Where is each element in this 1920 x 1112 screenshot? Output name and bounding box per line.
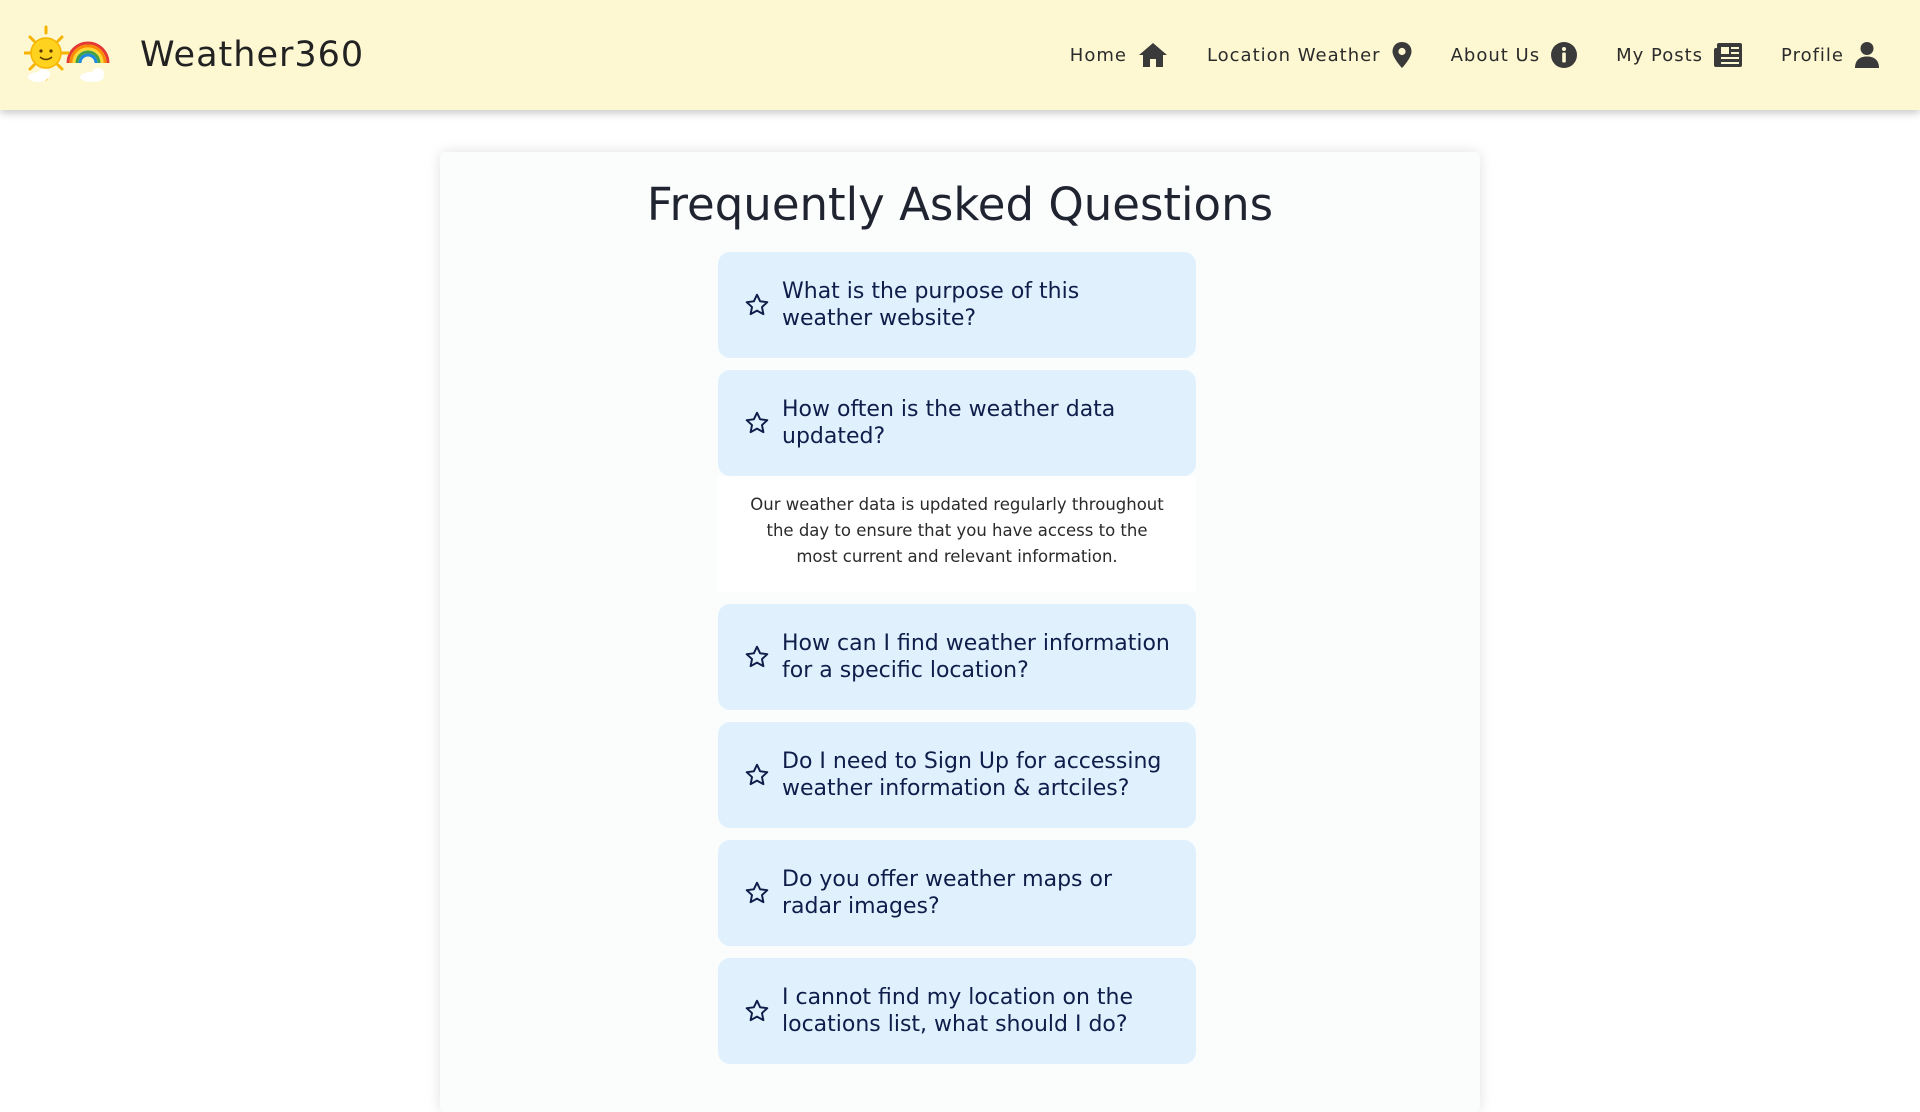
star-outline-icon	[745, 999, 769, 1022]
faq-question[interactable]: How often is the weather data updated?	[718, 370, 1196, 476]
faq-question-text: Do I need to Sign Up for accessing weath…	[782, 749, 1162, 801]
home-icon	[1138, 43, 1167, 67]
faq-title: Frequently Asked Questions	[646, 178, 1274, 231]
faq-question-text: I cannot find my location on the locatio…	[782, 985, 1134, 1037]
nav-my-posts[interactable]: My Posts	[1616, 42, 1743, 68]
star-outline-icon	[745, 293, 769, 316]
star-outline-icon	[745, 763, 769, 786]
faq-question[interactable]: Do you offer weather maps or radar image…	[718, 840, 1196, 946]
faq-question[interactable]: How can I find weather information for a…	[718, 604, 1196, 710]
user-icon	[1855, 42, 1879, 68]
faq-question-text: Do you offer weather maps or radar image…	[782, 867, 1112, 919]
nav-home[interactable]: Home	[1070, 41, 1169, 69]
navbar: Weather360 Home Location Weather About U…	[0, 0, 1920, 110]
brand[interactable]: Weather360	[22, 16, 364, 94]
info-icon	[1551, 42, 1578, 68]
star-outline-icon	[745, 645, 769, 668]
faq-card: Frequently Asked Questions What is the p…	[440, 152, 1480, 1112]
nav-profile-label: Profile	[1781, 44, 1844, 66]
faq-question-text: What is the purpose of this weather webs…	[782, 279, 1080, 331]
newspaper-icon	[1714, 43, 1743, 67]
brand-name[interactable]: Weather360	[140, 35, 364, 75]
faq-question-text: How often is the weather data updated?	[782, 397, 1116, 449]
star-outline-icon	[745, 881, 769, 904]
faq-question[interactable]: What is the purpose of this weather webs…	[718, 252, 1196, 358]
map-pin-icon	[1392, 42, 1412, 68]
faq-question[interactable]: I cannot find my location on the locatio…	[718, 958, 1196, 1064]
nav-home-label: Home	[1069, 44, 1127, 66]
star-outline-icon	[745, 411, 769, 434]
main-nav: Home Location Weather About Us My Posts	[1032, 0, 1880, 110]
nav-location-weather-label: Location Weather	[1206, 44, 1381, 66]
nav-about-us[interactable]: About Us	[1451, 41, 1579, 69]
nav-about-us-label: About Us	[1450, 44, 1541, 66]
faq-question-text: How can I find weather information for a…	[782, 631, 1170, 683]
nav-profile[interactable]: Profile	[1781, 41, 1880, 69]
nav-my-posts-label: My Posts	[1616, 44, 1704, 66]
sun-rainbow-logo-icon	[22, 23, 110, 87]
faq-list: What is the purpose of this weather webs…	[718, 252, 1196, 1076]
faq-question[interactable]: Do I need to Sign Up for accessing weath…	[718, 722, 1196, 828]
nav-location-weather[interactable]: Location Weather	[1207, 41, 1413, 69]
faq-answer: Our weather data is updated regularly th…	[718, 476, 1196, 592]
